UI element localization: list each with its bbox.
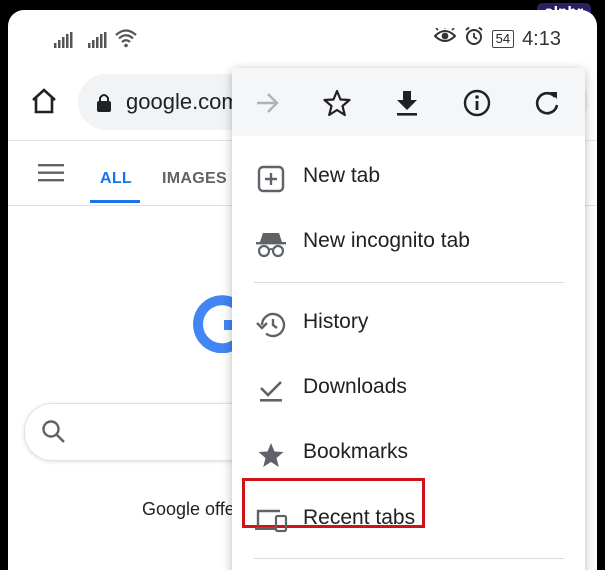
- search-icon: [41, 419, 67, 450]
- forward-icon[interactable]: [253, 88, 283, 118]
- lock-icon: [96, 93, 112, 118]
- alarm-icon: [464, 26, 484, 52]
- menu-item-label: Downloads: [303, 375, 407, 398]
- signal-icon: [54, 32, 76, 48]
- devices-icon: [254, 504, 288, 538]
- tab-images[interactable]: IMAGES: [162, 170, 227, 188]
- tab-all[interactable]: ALL: [100, 170, 132, 188]
- eye-comfort-icon: [433, 26, 457, 50]
- menu-item-label: Recent tabs: [303, 506, 416, 529]
- phone-screen: 54 4:13 google.com ALL IMAGES Google off…: [8, 10, 597, 570]
- history-icon: [254, 308, 288, 342]
- home-icon[interactable]: [30, 88, 58, 119]
- incognito-icon: [254, 227, 288, 261]
- menu-item-label: New incognito tab: [303, 229, 470, 252]
- download-icon[interactable]: [392, 88, 422, 118]
- refresh-icon[interactable]: [532, 88, 562, 118]
- device-frame: alphr 54 4:13: [0, 0, 605, 570]
- info-icon[interactable]: [462, 88, 492, 118]
- menu-item-bookmarks[interactable]: Bookmarks: [232, 426, 585, 482]
- menu-item-downloads[interactable]: Downloads: [232, 361, 585, 417]
- menu-item-label: New tab: [303, 164, 381, 187]
- menu-item-label: History: [303, 310, 369, 333]
- new-tab-icon: [254, 162, 288, 196]
- tab-active-indicator: [90, 200, 140, 203]
- menu-item-recent-tabs[interactable]: Recent tabs: [232, 492, 585, 548]
- star-icon: [254, 438, 288, 472]
- menu-item-new-incognito-tab[interactable]: New incognito tab: [232, 215, 585, 271]
- menu-divider: [254, 282, 564, 283]
- downloads-icon: [254, 373, 288, 407]
- menu-item-history[interactable]: History: [232, 296, 585, 352]
- menu-item-label: Bookmarks: [303, 440, 409, 463]
- signal-icon: [88, 32, 110, 48]
- battery-icon: 54: [491, 30, 515, 48]
- status-bar: 54 4:13: [8, 10, 597, 62]
- url-text: google.com: [126, 89, 240, 114]
- google-offered-text: Google offe: [142, 499, 235, 519]
- menu-item-new-tab[interactable]: New tab: [232, 150, 585, 206]
- wifi-icon: [114, 28, 138, 48]
- hamburger-menu-icon[interactable]: [38, 164, 64, 187]
- chrome-overflow-menu: New tab New incognito tab History Downlo…: [232, 68, 585, 570]
- menu-divider: [254, 558, 564, 559]
- menu-action-bar: [232, 68, 585, 136]
- clock-time: 4:13: [522, 27, 561, 50]
- star-outline-icon[interactable]: [322, 88, 352, 118]
